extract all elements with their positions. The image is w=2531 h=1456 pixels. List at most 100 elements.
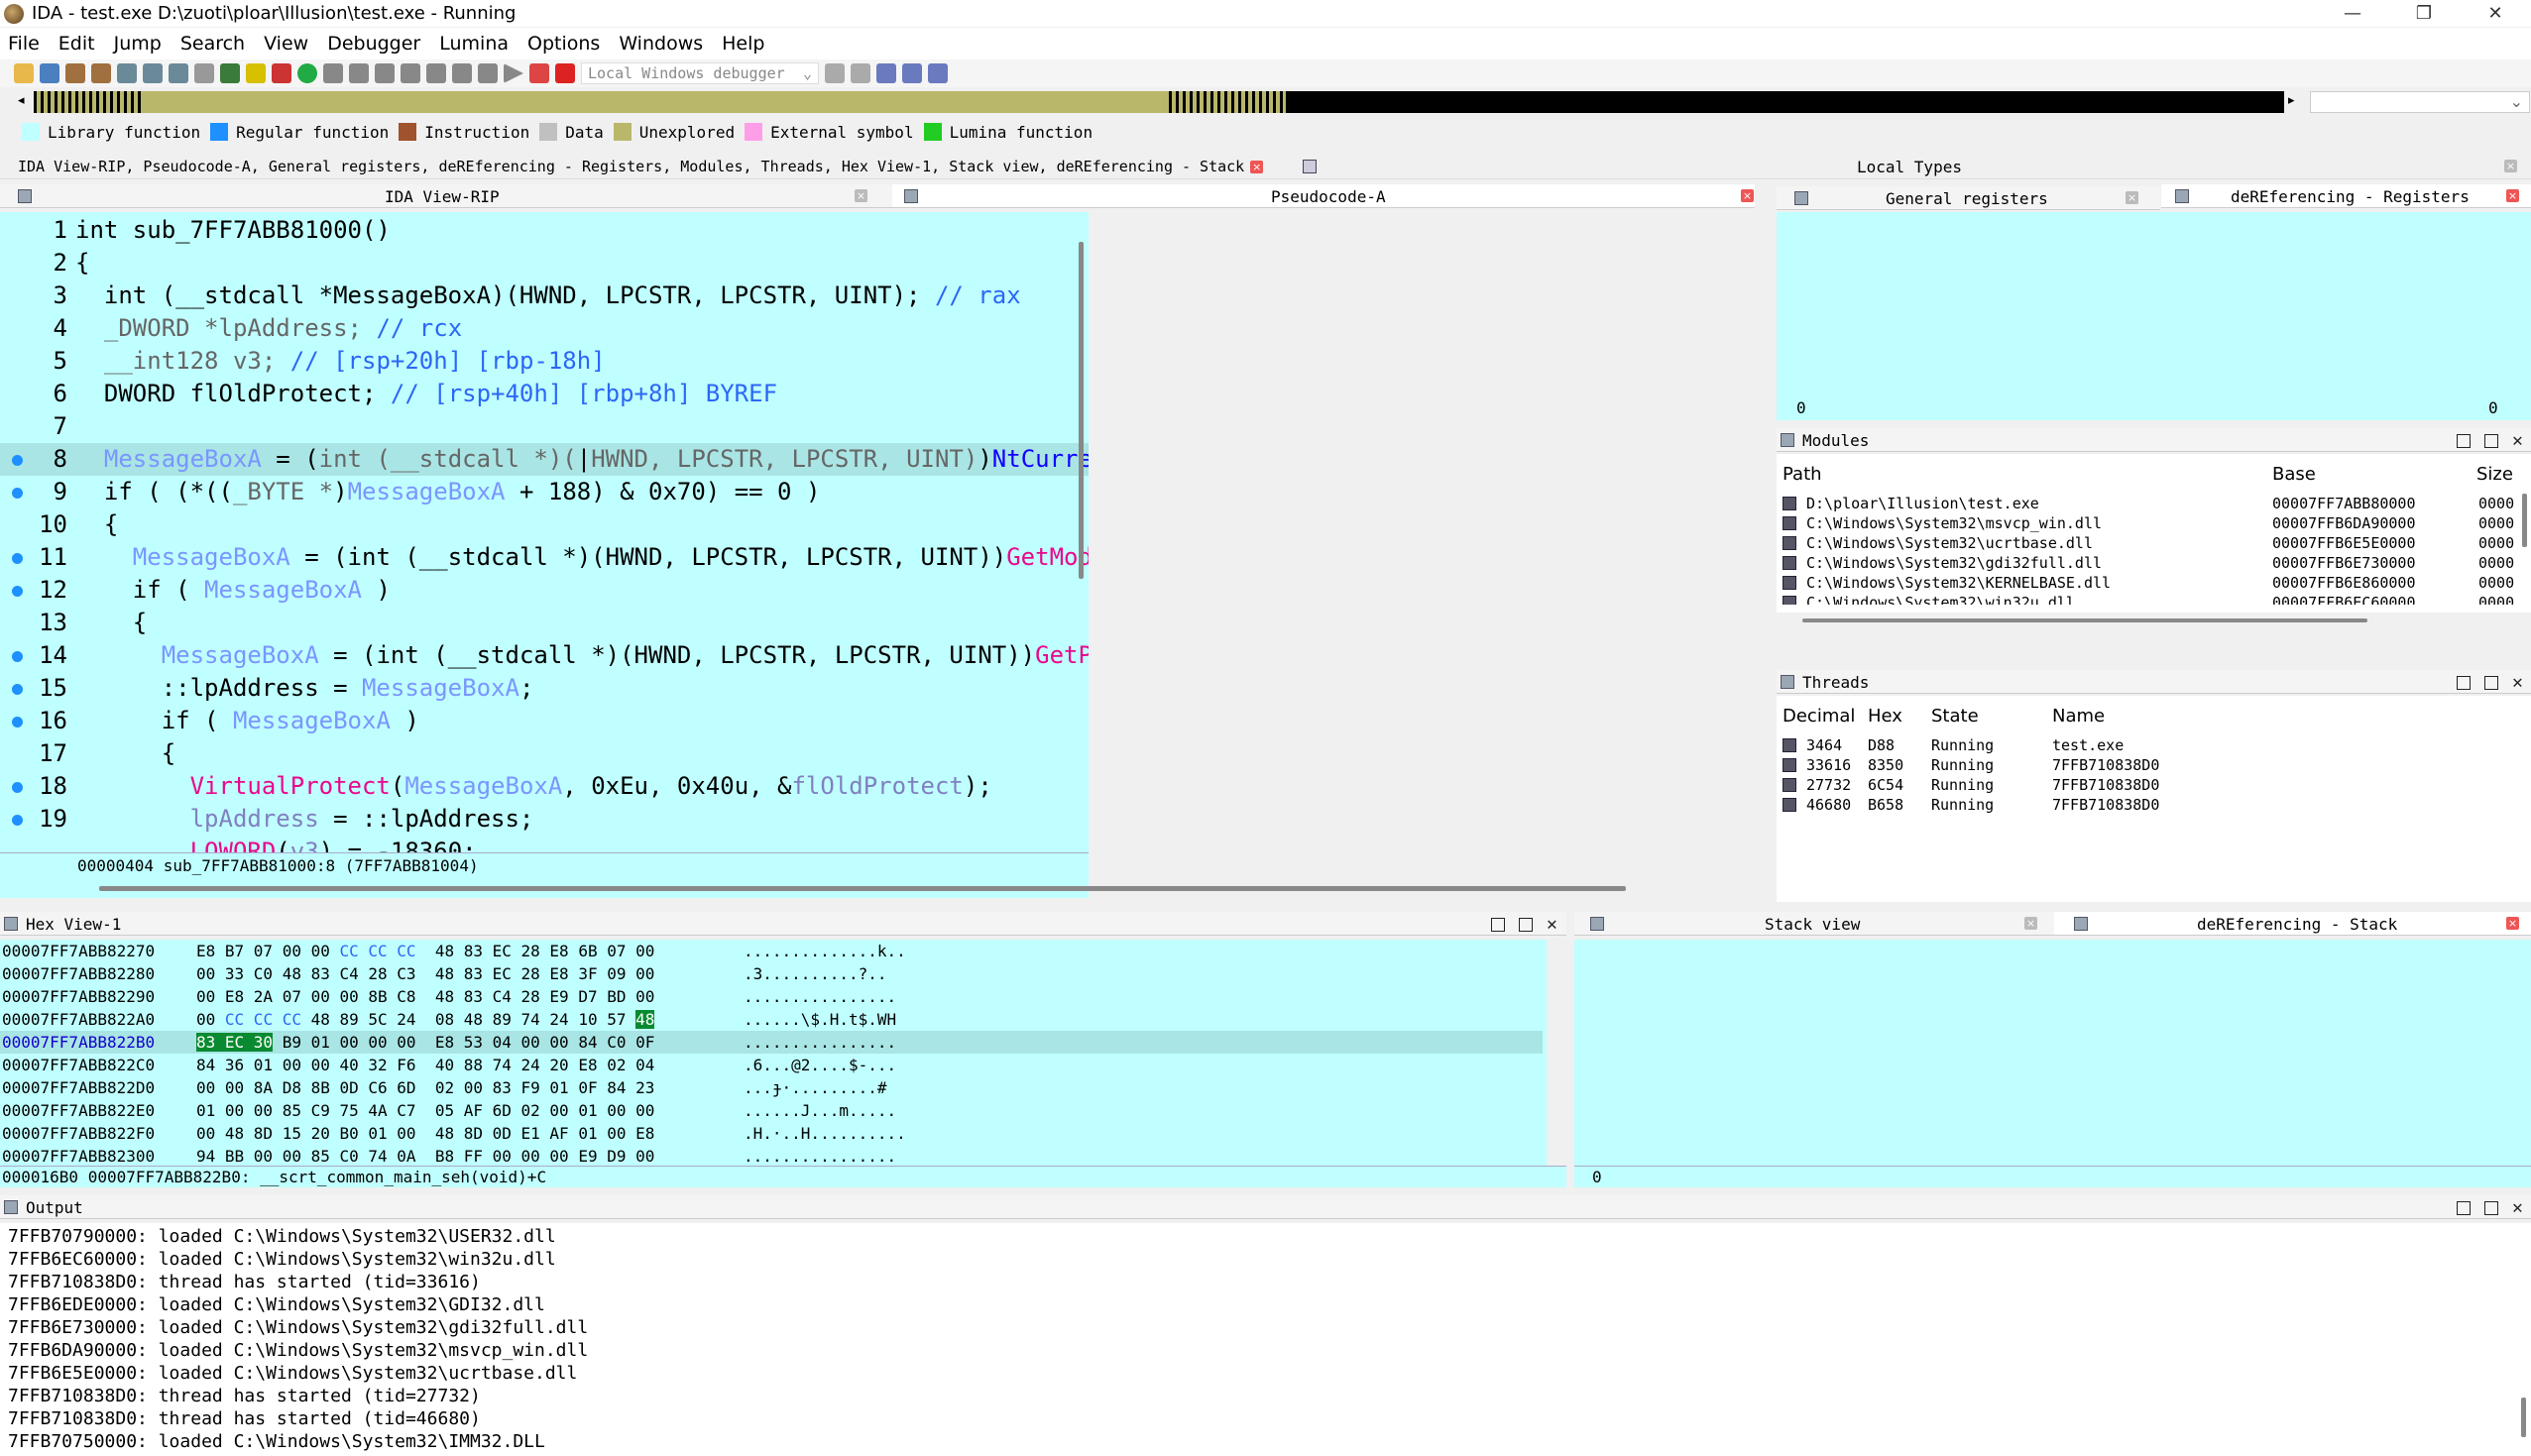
table-row[interactable]: 46680 B658 Running 7FFB710838D0: [1777, 795, 2531, 815]
array-icon[interactable]: [401, 63, 420, 83]
tab-deref-stack[interactable]: deREferencing - Stack ×: [2054, 912, 2531, 936]
data-icon[interactable]: [349, 63, 369, 83]
code-line[interactable]: 10 {: [0, 508, 1089, 541]
search-imm-icon[interactable]: [194, 63, 214, 83]
maximize-button[interactable]: ❐: [2388, 0, 2460, 27]
options-icon[interactable]: [928, 63, 948, 83]
menu-view[interactable]: View: [256, 33, 319, 55]
pause-icon[interactable]: [529, 63, 549, 83]
code-icon[interactable]: [323, 63, 343, 83]
modules-hscroll[interactable]: [1802, 618, 2367, 622]
nav-left-arrow-icon[interactable]: ◂: [18, 93, 25, 108]
nav-right-arrow-icon[interactable]: ▸: [2288, 93, 2295, 108]
step-into-icon[interactable]: [825, 63, 845, 83]
code-line[interactable]: 16 if ( MessageBoxA ): [0, 705, 1089, 737]
hex-row[interactable]: 00007FF7ABB822C0 84 36 01 00 00 40 32 F6 …: [0, 1054, 1543, 1076]
hex-row[interactable]: 00007FF7ABB82300 94 BB 00 00 85 C0 74 0A …: [0, 1145, 1543, 1166]
pseudocode-view[interactable]: 1 int sub_7FF7ABB81000() 2{ 3 int (__stdc…: [0, 212, 1089, 852]
close-button[interactable]: ✕: [2460, 0, 2531, 27]
hex-row[interactable]: 00007FF7ABB822D0 00 00 8A D8 8B 0D C6 6D …: [0, 1076, 1543, 1099]
code-line-current[interactable]: 8 MessageBoxA = (int (__stdcall *)(|HWND…: [0, 443, 1089, 476]
column-header[interactable]: Name: [2052, 706, 2105, 727]
hex-view[interactable]: 00007FF7ABB82270 E8 B7 07 00 00 CC CC CC …: [0, 940, 1547, 1166]
close-icon[interactable]: ×: [2126, 191, 2138, 204]
layout-icon[interactable]: [876, 63, 896, 83]
modules-table[interactable]: Path Base Size D:\ploar\Illusion\test.ex…: [1777, 454, 2531, 622]
hex-row[interactable]: 00007FF7ABB82280 00 33 C0 48 83 C4 28 C3 …: [0, 962, 1543, 985]
close-icon[interactable]: ✕: [1547, 914, 1557, 935]
nav-band-select[interactable]: ⌄: [2310, 91, 2530, 113]
open-icon[interactable]: [14, 63, 34, 83]
table-row[interactable]: C:\Windows\System32\msvcp_win.dll 00007FF…: [1777, 513, 2531, 533]
code-line[interactable]: 9 if ( (*((_BYTE *)MessageBoxA + 188) & …: [0, 476, 1089, 508]
float-pane-icon[interactable]: [2484, 675, 2498, 690]
menu-lumina[interactable]: Lumina: [431, 33, 519, 55]
output-log[interactable]: 7FFB70790000: loaded C:\Windows\System32…: [0, 1223, 2531, 1456]
hex-row[interactable]: 00007FF7ABB82270 E8 B7 07 00 00 CC CC CC …: [0, 940, 1543, 962]
code-line[interactable]: 3 int (__stdcall *MessageBoxA)(HWND, LPC…: [0, 280, 1089, 312]
pseudocode-hscroll[interactable]: [0, 878, 1626, 898]
close-icon[interactable]: ×: [2506, 189, 2519, 202]
table-row[interactable]: 33616 8350 Running 7FFB710838D0: [1777, 755, 2531, 775]
table-row[interactable]: C:\Windows\System32\gdi32full.dll 00007FF…: [1777, 553, 2531, 573]
hex-row[interactable]: 00007FF7ABB82290 00 E8 2A 07 00 00 8B C8 …: [0, 985, 1543, 1008]
table-row[interactable]: C:\Windows\System32\win32u.dll 00007FFB6E…: [1777, 593, 2531, 605]
code-line[interactable]: 1 int sub_7FF7ABB81000(): [0, 214, 1089, 247]
patch-icon[interactable]: [478, 63, 498, 83]
stack-view[interactable]: [1574, 940, 2531, 1166]
minimize-button[interactable]: —: [2317, 0, 2388, 27]
search-binary-icon[interactable]: [117, 63, 137, 83]
output-vscroll[interactable]: [2521, 1398, 2526, 1437]
navigation-band[interactable]: ◂ ▸ ⌄: [0, 89, 2531, 117]
menu-help[interactable]: Help: [714, 33, 775, 55]
hex-row[interactable]: 00007FF7ABB822F0 00 48 8D 15 20 B0 01 00 …: [0, 1122, 1543, 1145]
code-line[interactable]: 12 if ( MessageBoxA ): [0, 574, 1089, 607]
column-header[interactable]: State: [1931, 706, 1979, 727]
step-over-icon[interactable]: [851, 63, 870, 83]
code-line[interactable]: 2{: [0, 247, 1089, 280]
table-row[interactable]: C:\Windows\System32\KERNELBASE.dll 00007F…: [1777, 573, 2531, 593]
menu-edit[interactable]: Edit: [51, 33, 106, 55]
table-row[interactable]: D:\ploar\Illusion\test.exe 00007FF7ABB800…: [1777, 494, 2531, 513]
stop-icon[interactable]: [555, 63, 575, 83]
struct-icon[interactable]: [375, 63, 395, 83]
save-icon[interactable]: [40, 63, 59, 83]
column-header[interactable]: Size: [2476, 464, 2513, 485]
code-line[interactable]: LOWORD(v3) = -18360;: [0, 836, 1089, 852]
menu-file[interactable]: File: [0, 33, 51, 55]
window-list-icon[interactable]: [902, 63, 922, 83]
menu-options[interactable]: Options: [519, 33, 611, 55]
float-pane-icon[interactable]: [1519, 917, 1533, 932]
hex-row[interactable]: 00007FF7ABB822E0 01 00 00 85 C9 75 4A C7 …: [0, 1099, 1543, 1122]
code-line[interactable]: 19 lpAddress = ::lpAddress;: [0, 803, 1089, 836]
debugger-select[interactable]: Local Windows debugger ⌄: [581, 62, 819, 84]
run-icon[interactable]: [504, 63, 523, 83]
code-line[interactable]: 15 ::lpAddress = MessageBoxA;: [0, 672, 1089, 705]
code-line[interactable]: 6 DWORD flOldProtect; // [rsp+40h] [rbp+…: [0, 378, 1089, 410]
menu-jump[interactable]: Jump: [106, 33, 173, 55]
text-view-icon[interactable]: [246, 63, 266, 83]
close-icon[interactable]: ×: [2504, 160, 2517, 172]
forward-icon[interactable]: [91, 63, 111, 83]
hex-row[interactable]: 00007FF7ABB822A0 00 CC CC CC 48 89 5C 24 …: [0, 1008, 1543, 1031]
nav-band-bar[interactable]: [34, 91, 2284, 113]
column-header[interactable]: Hex: [1868, 706, 1902, 727]
maximize-pane-icon[interactable]: [2457, 1200, 2471, 1215]
search-text-icon[interactable]: [143, 63, 163, 83]
column-header[interactable]: Decimal: [1783, 706, 1855, 727]
search-next-icon[interactable]: [169, 63, 188, 83]
modules-vscroll[interactable]: [2522, 494, 2527, 547]
menu-search[interactable]: Search: [173, 33, 256, 55]
jump-icon[interactable]: [220, 63, 240, 83]
pseudocode-vscroll[interactable]: [1079, 242, 1084, 579]
graph-icon[interactable]: [452, 63, 472, 83]
back-icon[interactable]: [65, 63, 85, 83]
maximize-pane-icon[interactable]: [2457, 675, 2471, 690]
float-pane-icon[interactable]: [2484, 1200, 2498, 1215]
tab-ida-view-rip[interactable]: IDA View-RIP ×: [0, 184, 892, 208]
table-row[interactable]: 27732 6C54 Running 7FFB710838D0: [1777, 775, 2531, 795]
float-pane-icon[interactable]: [2484, 433, 2498, 448]
close-icon[interactable]: ✕: [2512, 430, 2523, 451]
tab-deref-registers[interactable]: deREferencing - Registers ×: [2161, 184, 2531, 208]
column-header[interactable]: Base: [2272, 464, 2316, 485]
